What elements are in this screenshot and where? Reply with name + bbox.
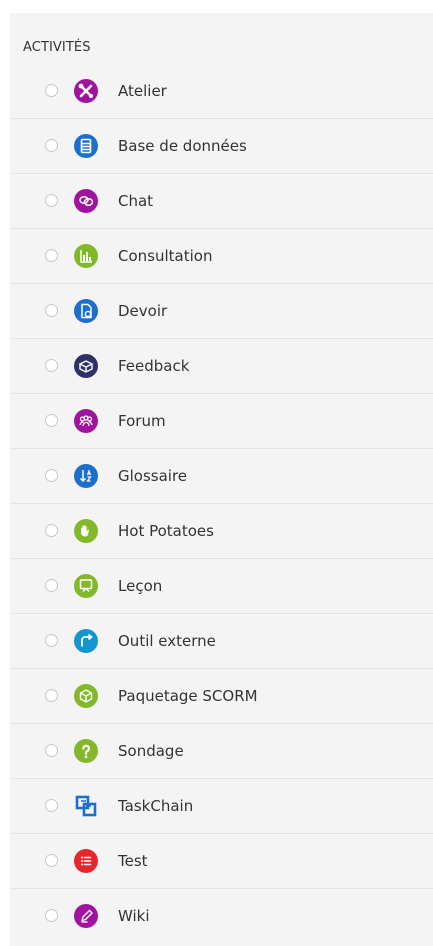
checklist-icon <box>74 849 98 873</box>
activity-label: Consultation <box>118 247 213 265</box>
workshop-tools-icon <box>74 79 98 103</box>
activity-label: Outil externe <box>118 632 216 650</box>
activity-label: Hot Potatoes <box>118 522 214 540</box>
presentation-board-icon <box>74 574 98 598</box>
activity-radio[interactable] <box>45 579 58 592</box>
activity-label: Chat <box>118 192 154 210</box>
activity-radio[interactable] <box>45 304 58 317</box>
activity-item[interactable]: TaskChain <box>10 779 433 834</box>
activity-radio[interactable] <box>45 799 58 812</box>
activity-item[interactable]: Devoir <box>10 284 433 339</box>
activity-item[interactable]: Atelier <box>10 64 433 119</box>
activity-radio[interactable] <box>45 634 58 647</box>
sort-az-icon <box>74 464 98 488</box>
activity-item[interactable]: Feedback <box>10 339 433 394</box>
activity-item[interactable]: Wiki <box>10 889 433 944</box>
activity-item[interactable]: Leçon <box>10 559 433 614</box>
activity-label: Base de données <box>118 137 247 155</box>
activity-label: Feedback <box>118 357 190 375</box>
chain-squares-icon <box>74 794 98 818</box>
activity-chooser-panel: ACTIVITÉS Atelier Base de données Chat Cons… <box>10 13 433 946</box>
activity-item[interactable]: Hot Potatoes <box>10 504 433 559</box>
bar-chart-icon <box>74 244 98 268</box>
activity-item[interactable]: Paquetage SCORM <box>10 669 433 724</box>
activity-radio[interactable] <box>45 469 58 482</box>
activity-radio[interactable] <box>45 249 58 262</box>
activity-item[interactable]: Outil externe <box>10 614 433 669</box>
section-title: ACTIVITÉS <box>23 40 91 55</box>
hand-icon <box>74 519 98 543</box>
activity-radio[interactable] <box>45 139 58 152</box>
activity-item[interactable]: Chat <box>10 174 433 229</box>
people-group-icon <box>74 409 98 433</box>
activity-item[interactable]: Base de données <box>10 119 433 174</box>
activity-label: Sondage <box>118 742 184 760</box>
question-mark-icon <box>74 739 98 763</box>
activity-item[interactable]: Sondage <box>10 724 433 779</box>
activity-item[interactable]: Forum <box>10 394 433 449</box>
package-cube-icon <box>74 684 98 708</box>
activity-item[interactable]: Consultation <box>10 229 433 284</box>
assignment-document-icon <box>74 299 98 323</box>
activity-label: Paquetage SCORM <box>118 687 258 705</box>
activity-label: Test <box>118 852 148 870</box>
activity-radio[interactable] <box>45 854 58 867</box>
activity-radio[interactable] <box>45 689 58 702</box>
activity-label: Forum <box>118 412 166 430</box>
activity-label: Atelier <box>118 82 167 100</box>
activity-list: Atelier Base de données Chat Consultation De… <box>10 64 433 944</box>
activity-radio[interactable] <box>45 909 58 922</box>
activity-label: Wiki <box>118 907 150 925</box>
activity-radio[interactable] <box>45 744 58 757</box>
pencil-icon <box>74 904 98 928</box>
database-icon <box>74 134 98 158</box>
activity-radio[interactable] <box>45 84 58 97</box>
activity-item[interactable]: Glossaire <box>10 449 433 504</box>
activity-label: Glossaire <box>118 467 188 485</box>
activity-radio[interactable] <box>45 194 58 207</box>
external-share-icon <box>74 629 98 653</box>
activity-radio[interactable] <box>45 359 58 372</box>
activity-label: Devoir <box>118 302 168 320</box>
activity-radio[interactable] <box>45 524 58 537</box>
activity-label: Leçon <box>118 577 163 595</box>
activity-label: TaskChain <box>118 797 194 815</box>
chat-bubbles-icon <box>74 189 98 213</box>
activity-radio[interactable] <box>45 414 58 427</box>
activity-item[interactable]: Test <box>10 834 433 889</box>
feedback-megaphone-icon <box>74 354 98 378</box>
